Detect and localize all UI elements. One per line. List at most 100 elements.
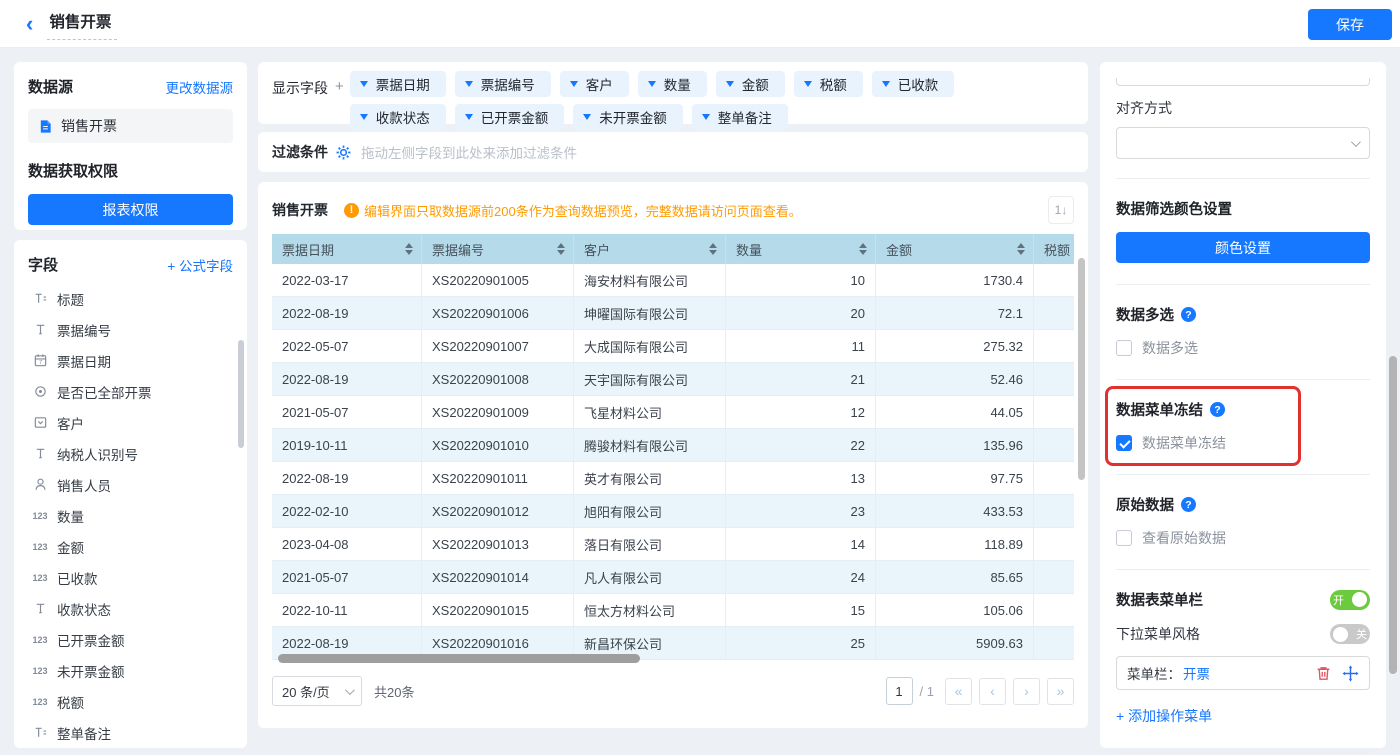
table-cell	[1034, 528, 1074, 560]
current-page-input[interactable]: 1	[886, 677, 913, 705]
prev-page-button[interactable]: ‹	[979, 678, 1006, 705]
display-field-chip[interactable]: 票据日期	[350, 71, 446, 97]
color-settings-button[interactable]: 颜色设置	[1116, 232, 1370, 263]
align-select[interactable]	[1116, 127, 1370, 159]
page-vertical-scrollbar[interactable]	[1389, 356, 1397, 674]
table-row[interactable]: 2022-05-07XS20220901007大成国际有限公司11275.32	[272, 330, 1074, 363]
raw-data-title: 原始数据	[1116, 494, 1174, 515]
menu-item-row[interactable]: 菜单栏： 开票	[1116, 656, 1370, 690]
field-item-label: 已开票金额	[57, 630, 125, 650]
first-page-button[interactable]: «	[945, 678, 972, 705]
sort-icon[interactable]	[1017, 243, 1025, 255]
multi-select-checkbox-row[interactable]: 数据多选	[1116, 338, 1370, 358]
next-page-button[interactable]: ›	[1013, 678, 1040, 705]
sort-icon[interactable]	[557, 243, 565, 255]
field-item[interactable]: 销售人员	[28, 469, 233, 500]
sort-icon[interactable]	[709, 243, 717, 255]
field-item[interactable]: 7 票据日期	[28, 345, 233, 376]
field-item[interactable]: 123 税额	[28, 686, 233, 717]
field-item-label: 金额	[57, 537, 84, 557]
sort-icon[interactable]	[405, 243, 413, 255]
page-size-select[interactable]: 20 条/页	[272, 676, 362, 706]
table-row[interactable]: 2022-10-11XS20220901015恒太方材料公司15105.06	[272, 594, 1074, 627]
column-header[interactable]: 金额	[876, 234, 1034, 264]
table-row[interactable]: 2022-02-10XS20220901012旭阳有限公司23433.53	[272, 495, 1074, 528]
sort-icon[interactable]	[859, 243, 867, 255]
table-row[interactable]: 2022-08-19XS20220901011英才有限公司1397.75	[272, 462, 1074, 495]
change-datasource-link[interactable]: 更改数据源	[166, 77, 234, 97]
column-header[interactable]: 税额	[1034, 234, 1074, 264]
menubar-toggle-on[interactable]: 开	[1330, 590, 1370, 610]
field-item[interactable]: 123 已收款	[28, 562, 233, 593]
raw-data-checkbox-row[interactable]: 查看原始数据	[1116, 528, 1370, 548]
field-item[interactable]: 纳税人识别号	[28, 438, 233, 469]
table-row[interactable]: 2022-08-19XS20220901008天宇国际有限公司2152.46	[272, 363, 1074, 396]
table-row[interactable]: 2021-05-07XS20220901014凡人有限公司2485.65	[272, 561, 1074, 594]
field-item[interactable]: 标题	[28, 283, 233, 314]
table-cell: 恒太方材料公司	[574, 594, 726, 626]
help-icon[interactable]: ?	[1181, 307, 1196, 322]
table-row[interactable]: 2022-08-19XS20220901006坤曜国际有限公司2072.1	[272, 297, 1074, 330]
display-field-chip[interactable]: 数量	[638, 71, 707, 97]
display-field-chip[interactable]: 票据编号	[455, 71, 551, 97]
raw-data-checkbox[interactable]	[1116, 530, 1132, 546]
field-item[interactable]: 客户	[28, 407, 233, 438]
table-vertical-scrollbar[interactable]	[1078, 258, 1085, 480]
display-field-chip[interactable]: 整单备注	[692, 104, 788, 130]
divider	[1116, 752, 1370, 753]
field-item[interactable]: 123 数量	[28, 500, 233, 531]
field-item[interactable]: 123 已开票金额	[28, 624, 233, 655]
table-row[interactable]: 2019-10-11XS20220901010腾骏材料有限公司22135.96	[272, 429, 1074, 462]
add-formula-field-link[interactable]: + 公式字段	[167, 255, 233, 275]
move-icon[interactable]	[1342, 665, 1359, 682]
display-field-chip[interactable]: 未开票金额	[573, 104, 683, 130]
menu-item-value[interactable]: 开票	[1183, 663, 1305, 683]
table-row[interactable]: 2021-05-07XS20220901009飞星材料公司1244.05	[272, 396, 1074, 429]
report-permission-button[interactable]: 报表权限	[28, 194, 233, 225]
sort-order-tool-icon[interactable]: 1↓	[1048, 196, 1074, 224]
help-icon[interactable]: ?	[1181, 497, 1196, 512]
last-page-button[interactable]: »	[1047, 678, 1074, 705]
chevron-down-icon	[726, 81, 734, 87]
display-field-chip[interactable]: 已收款	[872, 71, 955, 97]
display-field-chip[interactable]: 收款状态	[350, 104, 446, 130]
field-item[interactable]: 123 未开票金额	[28, 655, 233, 686]
menu-freeze-checkbox[interactable]	[1116, 435, 1132, 451]
field-item[interactable]: 整单备注	[28, 717, 233, 748]
field-item[interactable]: 收款状态	[28, 593, 233, 624]
display-field-chip[interactable]: 已开票金额	[455, 104, 565, 130]
fields-scrollbar[interactable]	[238, 340, 244, 448]
field-item[interactable]: 是否已全部开票	[28, 376, 233, 407]
page-title[interactable]: 销售开票	[47, 8, 117, 40]
column-header[interactable]: 票据日期	[272, 234, 422, 264]
back-icon[interactable]: ‹	[26, 13, 33, 35]
table-row[interactable]: 2023-04-08XS20220901013落日有限公司14118.89	[272, 528, 1074, 561]
field-item[interactable]: 票据编号	[28, 314, 233, 345]
dropdown-style-toggle-off[interactable]: 关	[1330, 624, 1370, 644]
table-horizontal-scrollbar[interactable]	[278, 654, 640, 663]
help-icon[interactable]: ?	[1210, 402, 1225, 417]
menu-freeze-checkbox-row[interactable]: 数据菜单冻结	[1116, 433, 1370, 453]
display-field-chip[interactable]: 客户	[560, 71, 629, 97]
table-cell	[1034, 627, 1074, 659]
table-cell	[1034, 462, 1074, 494]
field-item-label: 整单备注	[57, 723, 111, 743]
save-button[interactable]: 保存	[1308, 9, 1392, 40]
table-cell: 天宇国际有限公司	[574, 363, 726, 395]
display-field-chip[interactable]: 金额	[716, 71, 785, 97]
field-item[interactable]: 123 金额	[28, 531, 233, 562]
table-row[interactable]: 2022-03-17XS20220901005海安材料有限公司101730.4	[272, 264, 1074, 297]
column-header[interactable]: 客户	[574, 234, 726, 264]
column-header[interactable]: 票据编号	[422, 234, 574, 264]
column-header[interactable]: 数量	[726, 234, 876, 264]
table-cell: 5909.63	[876, 627, 1034, 659]
add-display-field-icon[interactable]: +	[335, 78, 344, 95]
table-cell: XS20220901011	[422, 462, 574, 494]
multi-select-checkbox[interactable]	[1116, 340, 1132, 356]
trash-icon[interactable]	[1315, 665, 1332, 682]
display-field-chip[interactable]: 税额	[794, 71, 863, 97]
add-action-menu-link[interactable]: + 添加操作菜单	[1116, 706, 1212, 726]
datasource-item[interactable]: 销售开票	[28, 109, 233, 143]
gear-icon[interactable]	[336, 145, 351, 160]
divider	[1116, 284, 1370, 285]
